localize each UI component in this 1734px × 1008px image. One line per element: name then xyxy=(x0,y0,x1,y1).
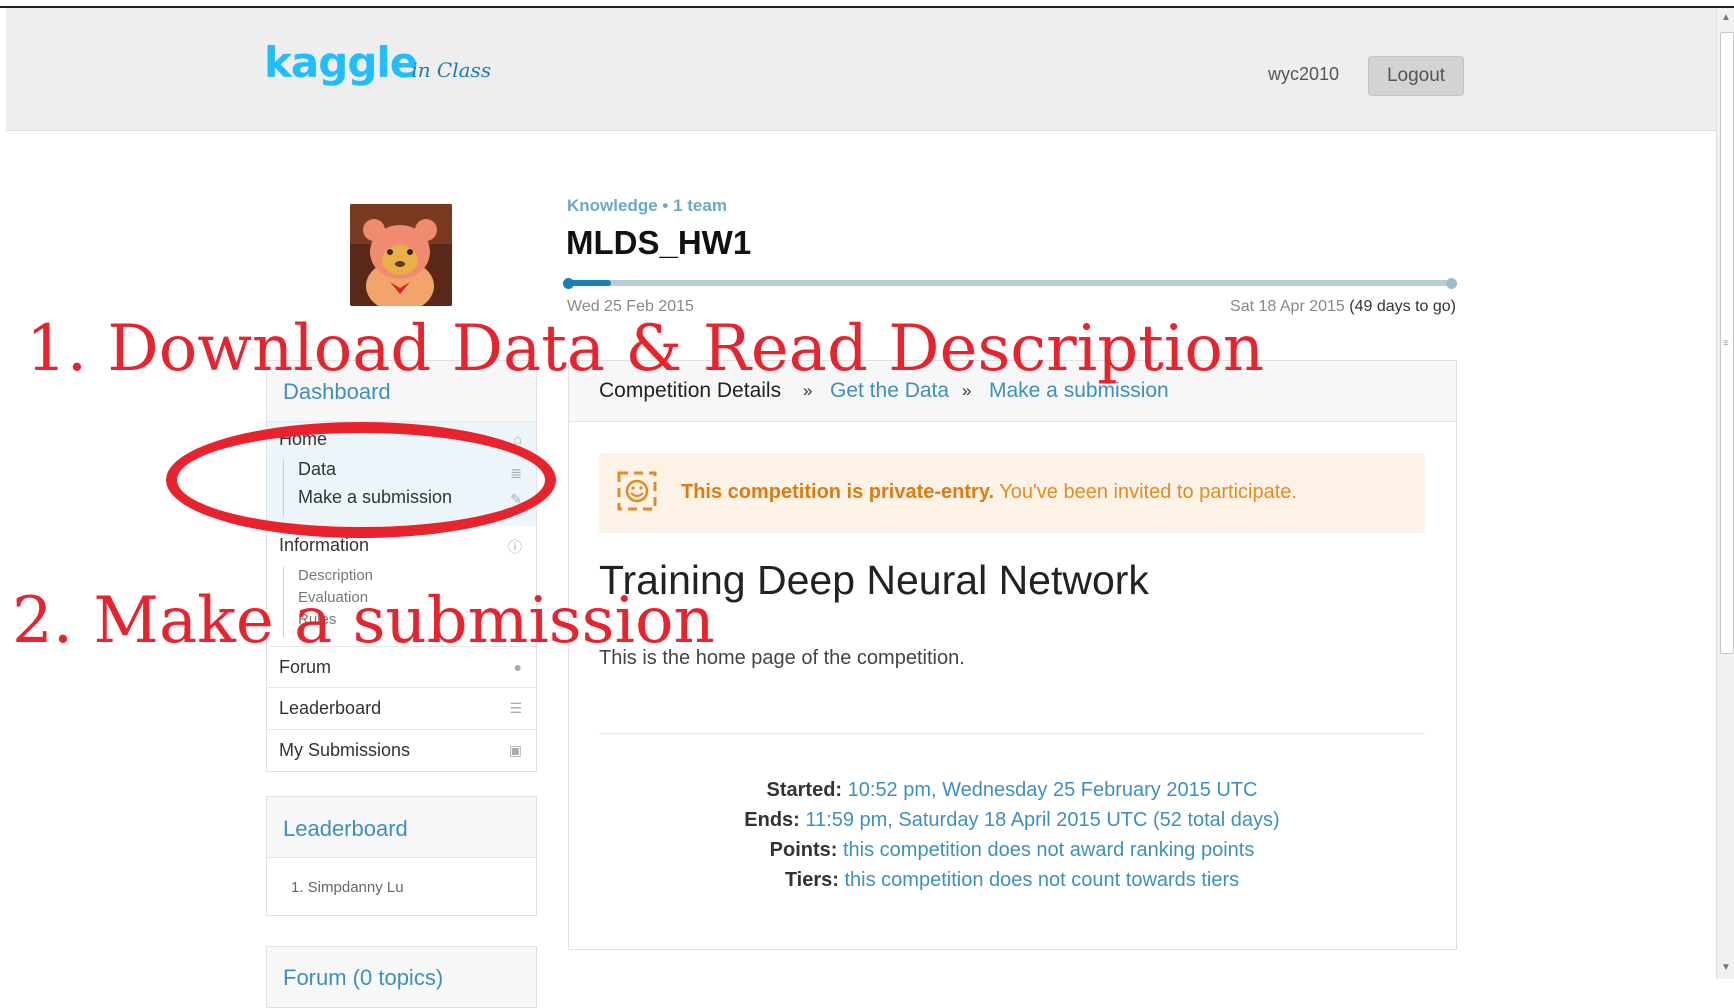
private-entry-notice: This competition is private-entry. You'v… xyxy=(599,453,1425,533)
username-link[interactable]: wyc2010 xyxy=(1268,64,1339,85)
sidebar-item-my-submissions-label: My Submissions xyxy=(279,740,411,760)
inbox-icon: ▣ xyxy=(508,742,522,758)
meta-tiers: Tiers: this competition does not count t… xyxy=(599,865,1425,895)
annotation-step-2: 2. Make a submission xyxy=(12,584,715,658)
meta-started-label: Started: xyxy=(766,779,843,801)
meta-ends: Ends: 11:59 pm, Saturday 18 April 2015 U… xyxy=(599,805,1425,835)
smiley-face-icon xyxy=(617,471,657,511)
sidebar-item-leaderboard-label: Leaderboard xyxy=(279,698,382,718)
meta-points: Points: this competition does not award … xyxy=(599,835,1425,865)
notice-text: This competition is private-entry. You'v… xyxy=(681,481,1297,504)
info-icon: ⓘ xyxy=(508,539,522,555)
logo-sub-text: in Class xyxy=(411,58,492,82)
competition-timeline-bar xyxy=(567,280,1453,286)
nav-divider xyxy=(267,729,536,730)
leaderboard-widget-title[interactable]: Leaderboard xyxy=(283,816,408,842)
meta-ends-value: 11:59 pm, Saturday 18 April 2015 UTC (52… xyxy=(799,809,1280,831)
forum-widget-header[interactable]: Forum (0 topics) xyxy=(266,946,537,1008)
meta-started: Started: 10:52 pm, Wednesday 25 February… xyxy=(599,775,1425,805)
leaderboard-widget: Leaderboard 1. Simpdanny Lu xyxy=(266,796,537,916)
nav-divider xyxy=(267,687,536,688)
logout-button[interactable]: Logout xyxy=(1368,56,1464,96)
sidebar-item-forum-label: Forum xyxy=(279,657,332,677)
leaderboard-entry[interactable]: 1. Simpdanny Lu xyxy=(291,879,404,896)
meta-points-value: this competition does not award xyxy=(837,839,1130,861)
sidebar-item-information-label: Information xyxy=(279,535,370,555)
content-divider xyxy=(599,733,1425,734)
meta-points-label: Points: xyxy=(769,839,838,861)
sidebar-nav: Dashboard Home ⌂ Data Make a submission … xyxy=(266,360,537,772)
page-scrollbar[interactable]: ▲ ≡ ▼ xyxy=(1716,8,1734,979)
window-top-border xyxy=(0,0,1734,8)
chat-bubble-icon: ● xyxy=(513,659,522,675)
competition-type-label: Knowledge • 1 team xyxy=(567,196,727,215)
notice-rest-text: You've been invited to participate. xyxy=(994,481,1297,503)
scroll-grip-icon: ≡ xyxy=(1723,338,1729,349)
annotation-step-1: 1. Download Data & Read Description xyxy=(26,312,1265,386)
meta-started-value: 10:52 pm, Wednesday 25 February 2015 UTC xyxy=(842,779,1258,801)
forum-widget-title[interactable]: Forum (0 topics) xyxy=(283,965,443,991)
logo-main-text: kaggle xyxy=(264,38,418,87)
timeline-start-dot xyxy=(563,278,574,289)
competition-avatar xyxy=(350,204,452,306)
notice-bold-text: This competition is private-entry. xyxy=(681,481,995,503)
meta-tiers-label: Tiers: xyxy=(784,869,839,891)
site-header: kagglein Class wyc2010 Logout xyxy=(6,8,1716,131)
kaggle-in-class-logo[interactable]: kagglein Class xyxy=(264,38,491,98)
scroll-up-arrow-icon[interactable]: ▲ xyxy=(1721,12,1731,23)
leaderboard-widget-header[interactable]: Leaderboard xyxy=(267,797,536,858)
scroll-down-arrow-icon[interactable]: ▼ xyxy=(1721,962,1731,973)
ranking-points-link[interactable]: ranking points xyxy=(1130,839,1255,861)
days-to-go: (49 days to go) xyxy=(1349,298,1456,315)
competition-meta: Started: 10:52 pm, Wednesday 25 February… xyxy=(599,775,1425,895)
list-icon: ☰ xyxy=(509,700,522,716)
annotation-ellipse xyxy=(166,422,556,538)
meta-ends-label: Ends: xyxy=(744,809,800,831)
tiers-link[interactable]: tiers xyxy=(1201,869,1239,891)
competition-title: MLDS_HW1 xyxy=(566,224,752,261)
meta-tiers-value: this competition does not count towards xyxy=(838,869,1202,891)
timeline-end-dot xyxy=(1446,278,1457,289)
